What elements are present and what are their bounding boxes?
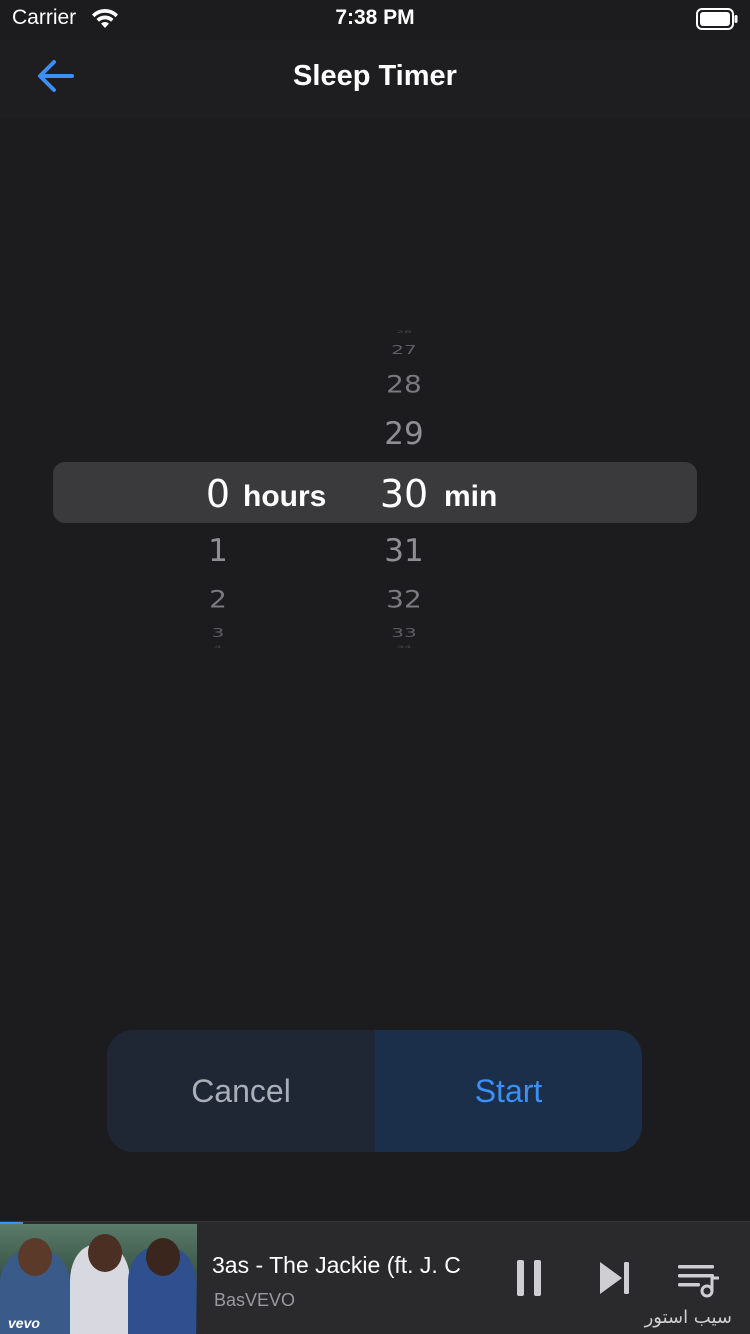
watermark-text: سیب استور [644,1307,732,1328]
queue-music-icon[interactable] [676,1262,722,1298]
timer-action-bar: Cancel Start [107,1030,642,1152]
cancel-button[interactable]: Cancel [107,1030,375,1152]
minutes-unit-label: min [444,480,498,513]
hours-option[interactable]: 4 [170,645,266,649]
minutes-option[interactable]: 34 [356,645,452,649]
battery-icon [696,8,738,30]
mini-player[interactable]: vevo 3as - The Jackie (ft. J. C BasVEVO … [0,1221,750,1334]
hours-option[interactable]: 1 [170,533,266,569]
start-button[interactable]: Start [375,1030,642,1152]
pause-icon[interactable] [514,1260,544,1296]
minutes-option[interactable]: 26 [356,330,452,334]
minutes-option[interactable]: 33 [356,626,452,640]
minutes-option[interactable]: 31 [356,533,452,569]
vevo-logo: vevo [8,1315,40,1331]
minutes-option[interactable]: 29 [356,416,452,452]
status-bar: Carrier 7:38 PM [0,0,750,40]
minutes-wheel[interactable]: 26 27 28 29 30 31 32 33 34 [356,118,452,1018]
status-time: 7:38 PM [335,6,415,29]
hours-option[interactable]: 3 [170,626,266,640]
page-title: Sleep Timer [293,60,457,92]
track-artist: BasVEVO [214,1290,296,1310]
navigation-bar: Sleep Timer [0,40,750,118]
hours-unit-label: hours [243,480,327,513]
minutes-selected-value: 30 [379,472,429,516]
video-thumbnail[interactable]: vevo [0,1224,197,1334]
hours-wheel[interactable]: 0 1 2 3 4 [170,118,266,1018]
track-title[interactable]: 3as - The Jackie (ft. J. C [212,1252,492,1279]
next-track-icon[interactable] [598,1260,632,1296]
minutes-option[interactable]: 27 [356,343,452,357]
minutes-option[interactable]: 28 [356,370,452,398]
minutes-option[interactable]: 32 [356,585,452,613]
hours-option[interactable]: 2 [170,585,266,613]
sleep-timer-picker: 0 1 2 3 4 hours 26 27 28 29 30 31 32 33 … [0,118,750,1018]
